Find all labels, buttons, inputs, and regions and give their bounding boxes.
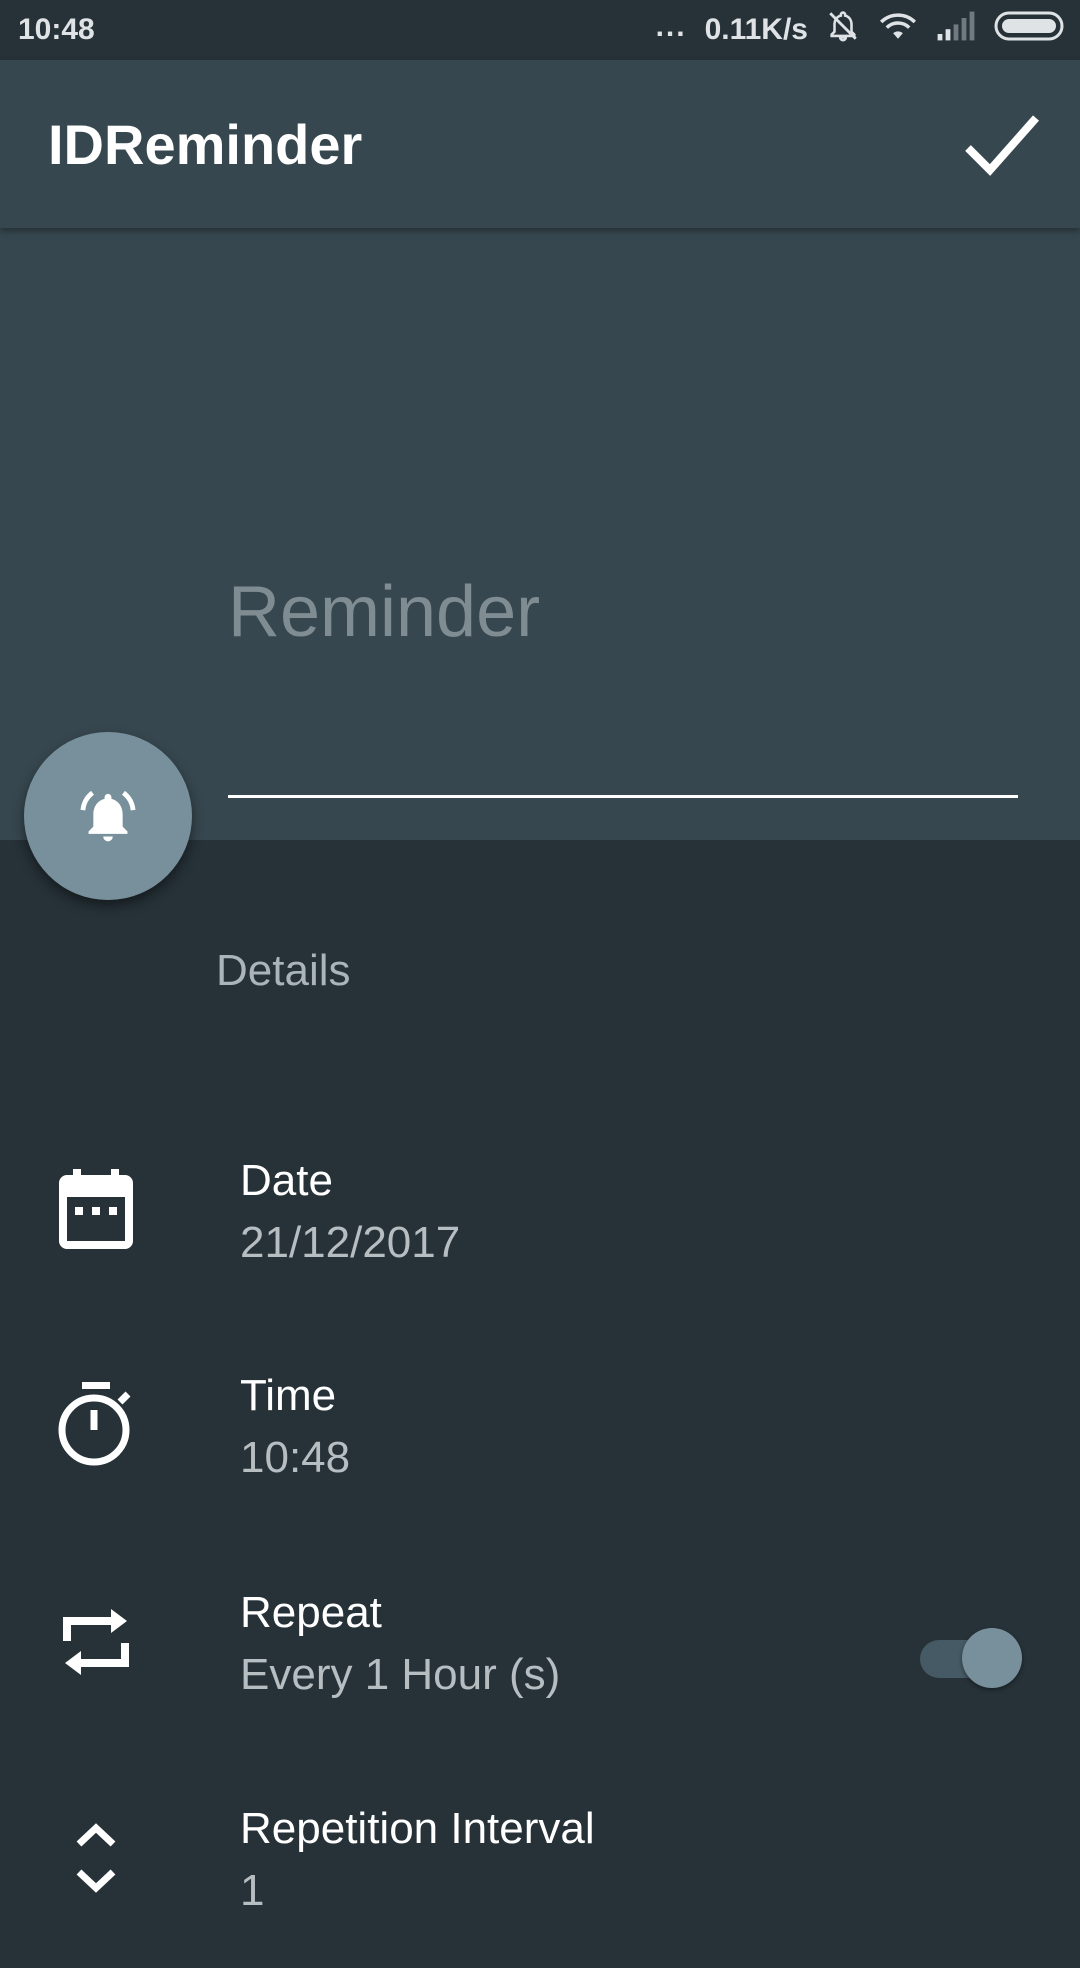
alarm-bell-icon — [80, 790, 136, 842]
signal-icon — [936, 10, 976, 50]
bell-off-icon — [826, 8, 860, 52]
wifi-icon — [878, 10, 918, 50]
repetition-interval-value: 1 — [240, 1866, 265, 1915]
date-row[interactable]: Date 21/12/2017 — [0, 1130, 1080, 1320]
save-check-button[interactable] — [964, 110, 1040, 180]
timer-icon — [56, 1382, 136, 1466]
date-value: 21/12/2017 — [240, 1218, 461, 1267]
reminder-title-input[interactable] — [228, 428, 1018, 798]
app-title: IDReminder — [48, 113, 363, 176]
time-row[interactable]: Time 10:48 — [0, 1345, 1080, 1535]
calendar-icon — [56, 1169, 136, 1250]
status-time: 10:48 — [18, 13, 95, 46]
toolbar: IDReminder — [0, 60, 1080, 228]
repeat-toggle[interactable] — [920, 1626, 1024, 1688]
check-icon — [965, 115, 1039, 176]
battery-icon — [994, 10, 1066, 50]
time-value: 10:48 — [240, 1433, 351, 1482]
status-icons: ... 0.11K/s — [638, 10, 1066, 50]
alarm-fab-button[interactable] — [24, 732, 192, 900]
status-bar: 10:48 ... 0.11K/s — [0, 0, 1080, 60]
repetition-interval-title: Repetition Interval — [240, 1804, 595, 1853]
unfold-icon — [56, 1818, 136, 1898]
details-section-label: Details — [216, 946, 351, 995]
repeat-row[interactable]: Repeat Every 1 Hour (s) — [0, 1562, 1080, 1752]
network-speed: 0.11K/s — [704, 13, 808, 46]
repeat-value: Every 1 Hour (s) — [240, 1650, 561, 1699]
time-title: Time — [240, 1371, 337, 1420]
reminder-header-panel — [0, 228, 1080, 840]
repeat-icon — [56, 1602, 136, 1682]
repetition-interval-row[interactable]: Repetition Interval 1 — [0, 1778, 1080, 1968]
date-title: Date — [240, 1156, 333, 1205]
repeat-title: Repeat — [240, 1588, 382, 1637]
toggle-thumb — [962, 1628, 1022, 1688]
status-dots: ... — [655, 10, 687, 43]
